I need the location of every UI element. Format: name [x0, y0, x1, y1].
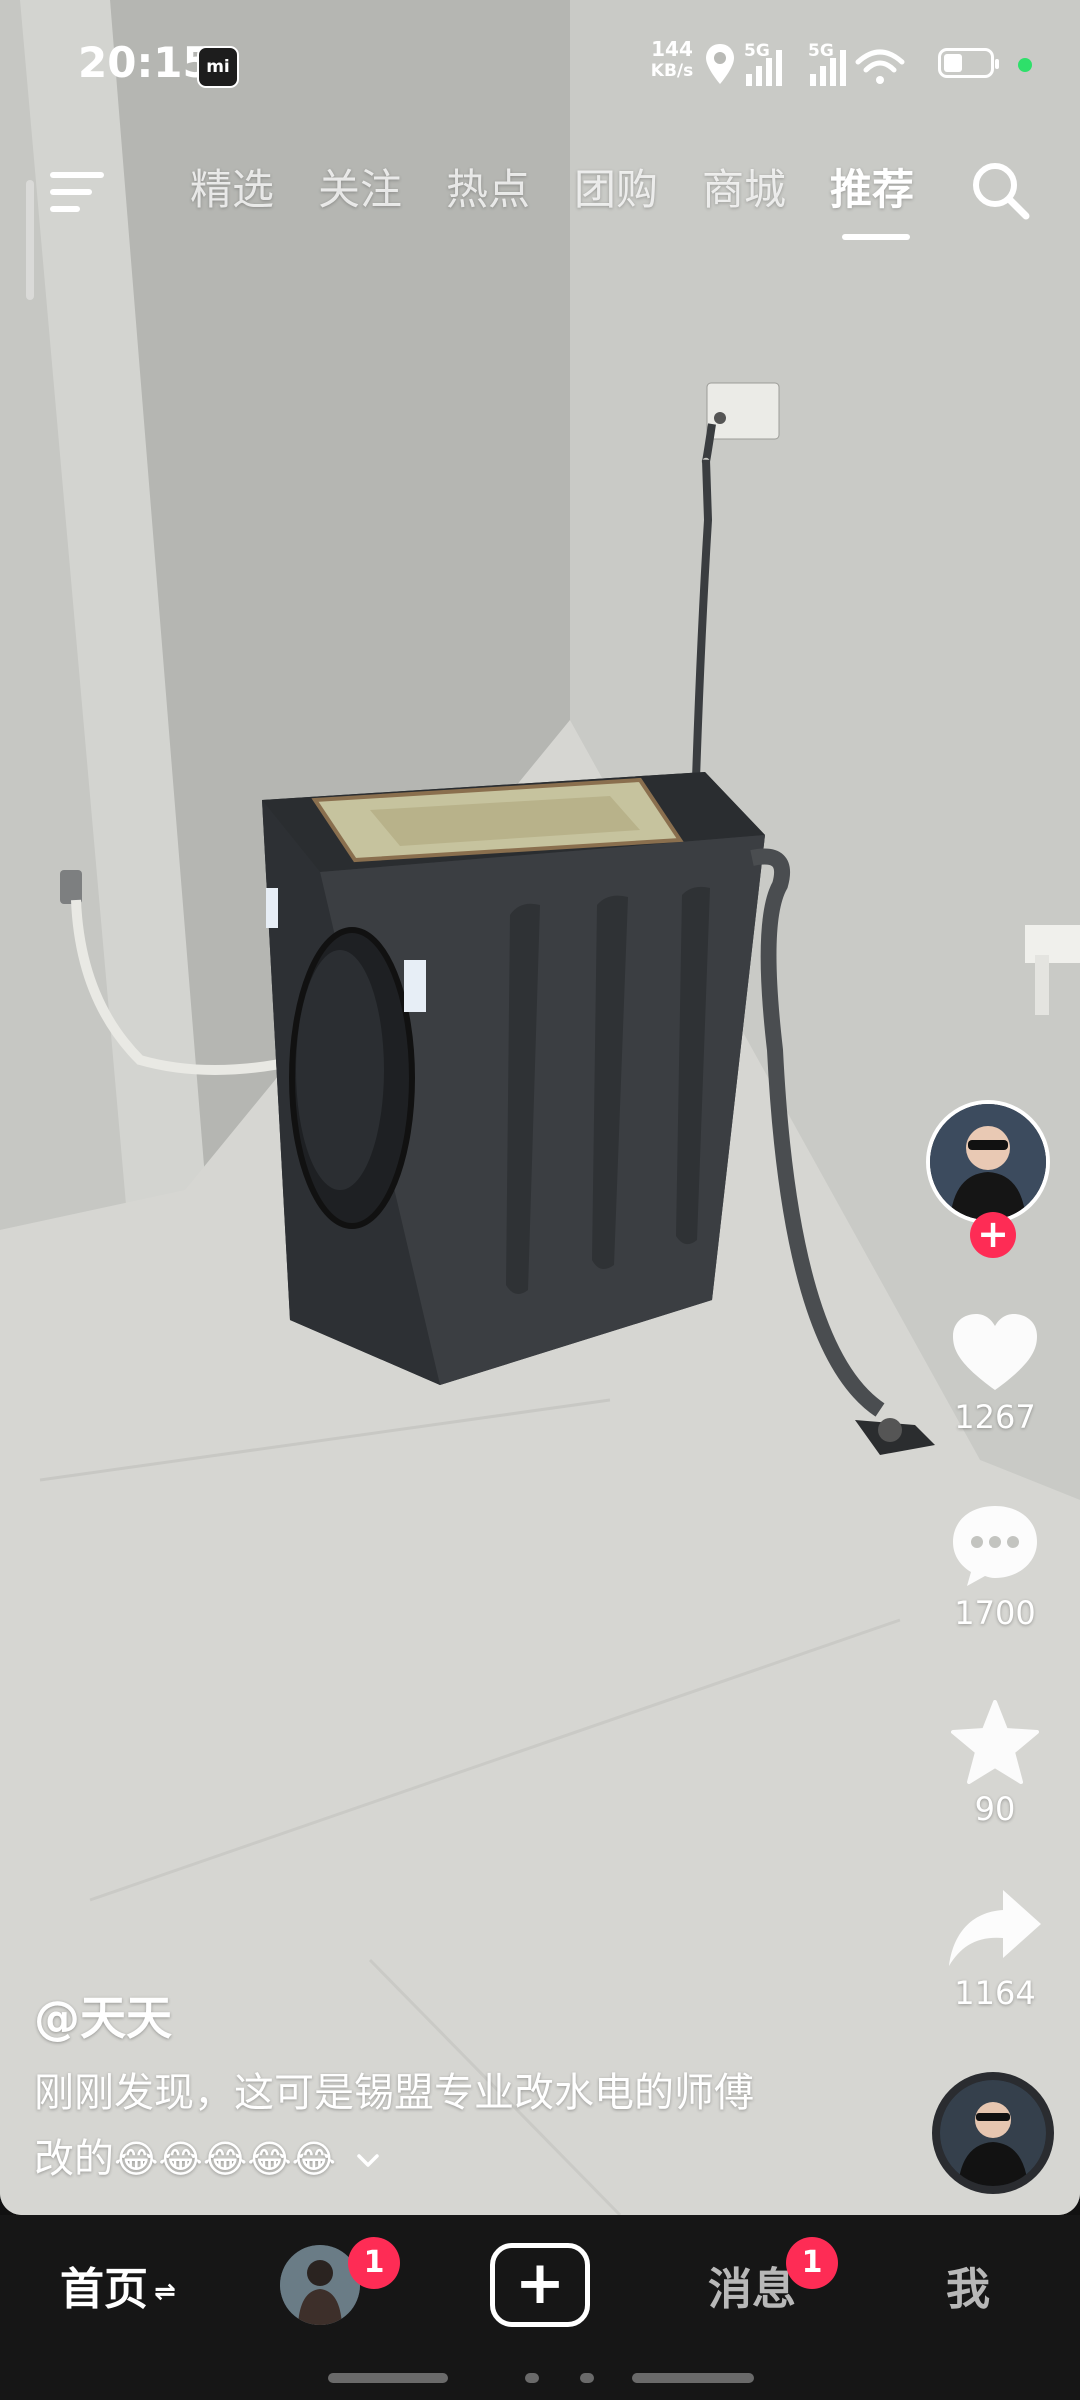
tab-group-buy[interactable]: 团购: [552, 160, 680, 220]
follow-button[interactable]: +: [970, 1212, 1016, 1258]
music-disc[interactable]: [932, 2072, 1054, 2194]
favorite-count: 90: [974, 1790, 1016, 1828]
share-icon: [949, 1890, 1041, 1966]
feed-tabs: 精选 关注 热点 团购 商城 推荐: [168, 160, 936, 240]
like-count: 1267: [954, 1398, 1036, 1436]
nav-messages[interactable]: 消息: [708, 2253, 796, 2317]
swap-icon: ⇌: [154, 2277, 176, 2307]
description-text: 改的: [34, 2136, 114, 2182]
chevron-down-icon[interactable]: [356, 2149, 380, 2173]
tab-recommend[interactable]: 推荐: [808, 160, 936, 240]
favorite-button[interactable]: 90: [930, 1698, 1060, 1828]
gesture-bar-dot: [525, 2373, 539, 2383]
status-icons: 5G 5G: [706, 41, 905, 86]
signal-1-label: 5G: [744, 41, 770, 61]
mi-app-badge: mi: [197, 46, 239, 88]
menu-icon[interactable]: [46, 162, 108, 222]
avatar-image: [930, 1104, 1046, 1220]
description-line-2: 改的😂😂😂😂😂: [34, 2126, 814, 2192]
music-disc-cover: [940, 2080, 1046, 2186]
emoji-laugh: 😂: [247, 2137, 292, 2181]
description-line-1: 刚刚发现，这可是锡盟专业改水电的师傅: [34, 2070, 754, 2116]
network-speed: 144 KB/s: [645, 38, 699, 82]
search-icon[interactable]: [968, 158, 1032, 222]
signal-2-label: 5G: [808, 41, 834, 61]
app-screen: 20:15 mi 144 KB/s 5G 5G 精选 关注 热点 团购 商城 推…: [0, 0, 1080, 2400]
star-icon: [951, 1700, 1039, 1784]
battery-icon: [938, 48, 999, 78]
friends-badge: 1: [348, 2237, 400, 2289]
author-name[interactable]: @天天: [34, 1982, 172, 2048]
tab-following[interactable]: 关注: [296, 160, 424, 220]
avatar: [926, 1100, 1050, 1224]
scroll-indicator: [26, 180, 34, 300]
tab-hot[interactable]: 热点: [424, 160, 552, 220]
network-speed-value: 144: [651, 37, 693, 61]
nav-me[interactable]: 我: [946, 2253, 990, 2317]
emoji-laugh: 😂: [291, 2137, 337, 2181]
emoji-laugh: 😂: [114, 2137, 159, 2181]
video-description: 刚刚发现，这可是锡盟专业改水电的师傅 改的😂😂😂😂😂: [34, 2060, 814, 2192]
location-icon: [706, 44, 734, 84]
emoji-laugh: 😂: [202, 2137, 248, 2181]
share-button[interactable]: 1164: [930, 1886, 1060, 2012]
comment-button[interactable]: 1700: [930, 1500, 1060, 1632]
gesture-bar-segment: [632, 2373, 754, 2383]
nav-home-label: 首页: [60, 2264, 148, 2315]
top-nav: 精选 关注 热点 团购 商城 推荐: [0, 140, 1080, 250]
comment-icon: [953, 1506, 1037, 1586]
heart-icon: [953, 1314, 1037, 1390]
video-player[interactable]: 20:15 mi 144 KB/s 5G 5G 精选 关注 热点 团购 商城 推…: [0, 0, 1080, 2215]
tab-selected[interactable]: 精选: [168, 160, 296, 220]
create-button[interactable]: +: [490, 2243, 590, 2327]
bottom-nav: 首页 ⇌ 1 + 消息 1 我: [0, 2215, 1080, 2400]
status-bar: 20:15 mi 144 KB/s 5G 5G: [0, 0, 1080, 130]
tab-mall[interactable]: 商城: [680, 160, 808, 220]
gesture-bar-dot: [580, 2373, 594, 2383]
share-count: 1164: [954, 1974, 1036, 2012]
gesture-bar-segment: [328, 2373, 448, 2383]
video-frame: [0, 0, 1080, 2215]
comment-count: 1700: [954, 1594, 1036, 1632]
nav-home[interactable]: 首页 ⇌: [60, 2253, 176, 2317]
wifi-icon: [855, 49, 905, 84]
emoji-laugh: 😂: [158, 2137, 203, 2181]
messages-badge: 1: [786, 2237, 838, 2289]
plus-icon: +: [514, 2248, 566, 2318]
like-button[interactable]: 1267: [930, 1310, 1060, 1436]
creator-avatar[interactable]: +: [926, 1100, 1056, 1258]
network-speed-unit: KB/s: [650, 61, 694, 81]
status-time: 20:15: [78, 38, 212, 87]
privacy-indicator: [1018, 58, 1032, 72]
